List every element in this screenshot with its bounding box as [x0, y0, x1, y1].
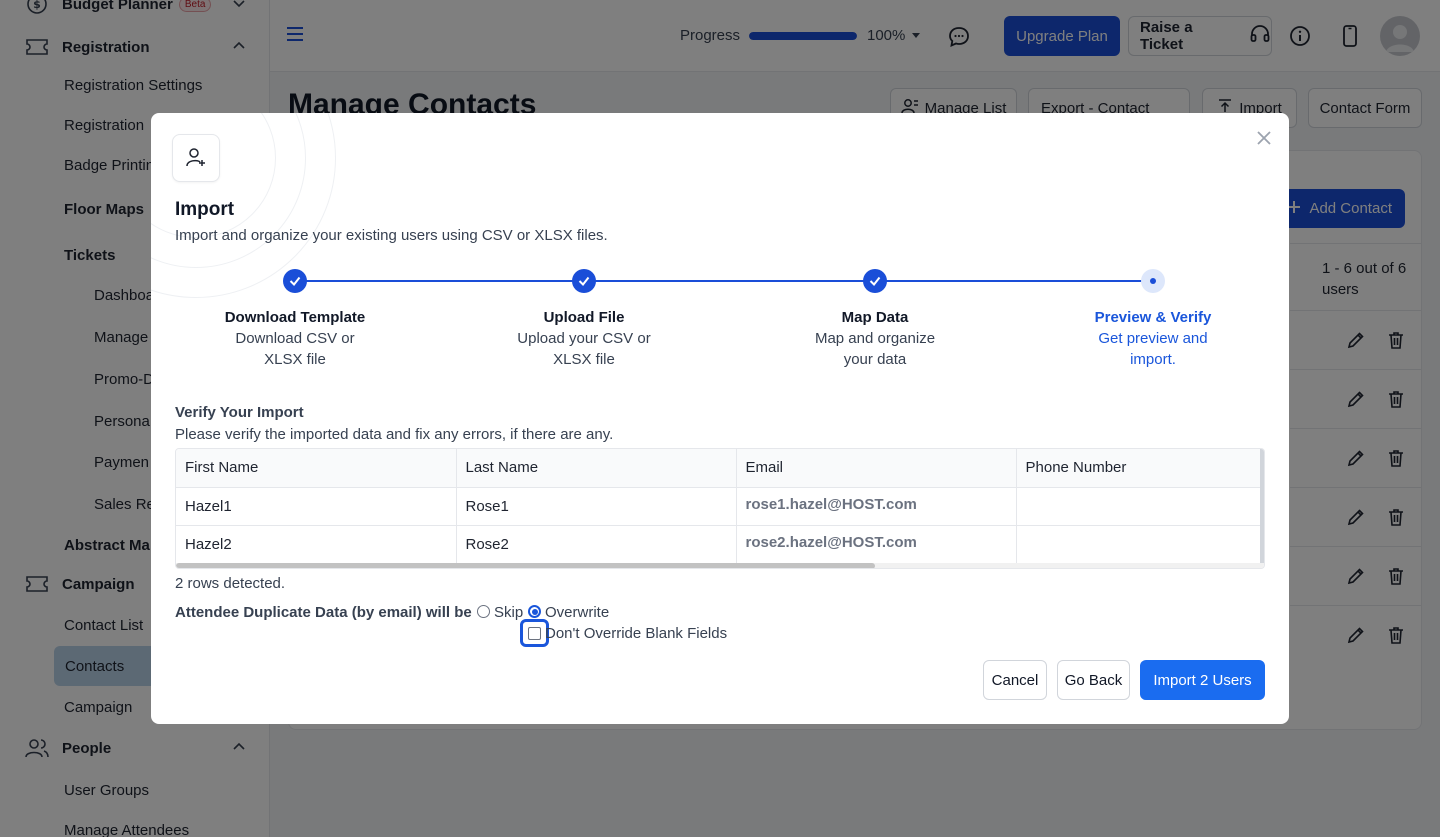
- cell-last-name[interactable]: Rose2: [456, 525, 737, 564]
- cell-email[interactable]: rose1.hazel@HOST.com: [736, 487, 1017, 526]
- step-title: Download Template: [224, 309, 366, 326]
- rows-detected-text: 2 rows detected.: [175, 575, 286, 592]
- step-title: Upload File: [543, 309, 625, 326]
- cell-email[interactable]: rose2.hazel@HOST.com: [736, 525, 1017, 564]
- modal-subtitle: Import and organize your existing users …: [175, 227, 608, 244]
- step-complete-check-icon: [283, 269, 307, 293]
- column-header-phone-number: Phone Number: [1016, 449, 1261, 488]
- cell-email-text: rose2.hazel@HOST.com: [745, 533, 917, 551]
- preview-table: First Name Last Name Email Phone Number …: [175, 448, 1265, 569]
- verify-description: Please verify the imported data and fix …: [175, 426, 614, 443]
- step-complete-check-icon: [863, 269, 887, 293]
- step-map-data: Map Data Map and organize your data: [785, 308, 965, 370]
- step-description: Get preview and import.: [1098, 330, 1208, 368]
- step-description: Download CSV or XLSX file: [235, 330, 355, 368]
- step-description: Map and organize your data: [814, 330, 936, 368]
- overwrite-radio[interactable]: [528, 605, 541, 618]
- column-header-email: Email: [736, 449, 1017, 488]
- stepper-line: [306, 280, 1158, 282]
- step-download-template: Download Template Download CSV or XLSX f…: [205, 308, 385, 370]
- step-title: Map Data: [841, 309, 909, 326]
- duplicate-data-label: Attendee Duplicate Data (by email) will …: [175, 604, 472, 621]
- step-upload-file: Upload File Upload your CSV or XLSX file: [494, 308, 674, 370]
- cell-email-text: rose1.hazel@HOST.com: [745, 495, 917, 513]
- cancel-button[interactable]: Cancel: [983, 660, 1047, 700]
- import-users-button[interactable]: Import 2 Users: [1140, 660, 1265, 700]
- skip-radio-label[interactable]: Skip: [494, 604, 523, 621]
- table-header-row: First Name Last Name Email Phone Number: [176, 449, 1261, 488]
- overwrite-radio-label[interactable]: Overwrite: [545, 604, 609, 621]
- close-icon[interactable]: [1254, 128, 1274, 148]
- step-current-dot: [1141, 269, 1165, 293]
- cell-phone-number[interactable]: [1016, 525, 1261, 564]
- cell-last-name[interactable]: Rose1: [456, 487, 737, 526]
- vertical-scrollbar[interactable]: [1260, 449, 1264, 564]
- skip-radio[interactable]: [477, 605, 490, 618]
- modal-title: Import: [175, 199, 235, 220]
- dont-override-blank-fields-label[interactable]: Don't Override Blank Fields: [545, 625, 727, 642]
- user-plus-icon: [185, 146, 207, 171]
- cell-phone-number[interactable]: [1016, 487, 1261, 526]
- verify-heading: Verify Your Import: [175, 404, 304, 421]
- column-header-first-name: First Name: [176, 449, 457, 488]
- cell-first-name[interactable]: Hazel1: [176, 487, 457, 526]
- step-title: Preview & Verify: [1094, 309, 1212, 326]
- step-preview-verify: Preview & Verify Get preview and import.: [1063, 308, 1243, 370]
- table-row: Hazel2 Rose2 rose2.hazel@HOST.com: [176, 525, 1261, 564]
- import-modal: Import Import and organize your existing…: [151, 113, 1289, 724]
- go-back-button[interactable]: Go Back: [1057, 660, 1130, 700]
- dont-override-blank-fields-checkbox[interactable]: [528, 627, 541, 640]
- step-complete-check-icon: [572, 269, 596, 293]
- cell-first-name[interactable]: Hazel2: [176, 525, 457, 564]
- column-header-last-name: Last Name: [456, 449, 737, 488]
- import-header-icon-box: [172, 134, 220, 182]
- table-row: Hazel1 Rose1 rose1.hazel@HOST.com: [176, 487, 1261, 526]
- horizontal-scrollbar[interactable]: [176, 563, 1264, 568]
- step-description: Upload your CSV or XLSX file: [517, 330, 651, 368]
- horizontal-scrollbar-thumb[interactable]: [176, 563, 875, 568]
